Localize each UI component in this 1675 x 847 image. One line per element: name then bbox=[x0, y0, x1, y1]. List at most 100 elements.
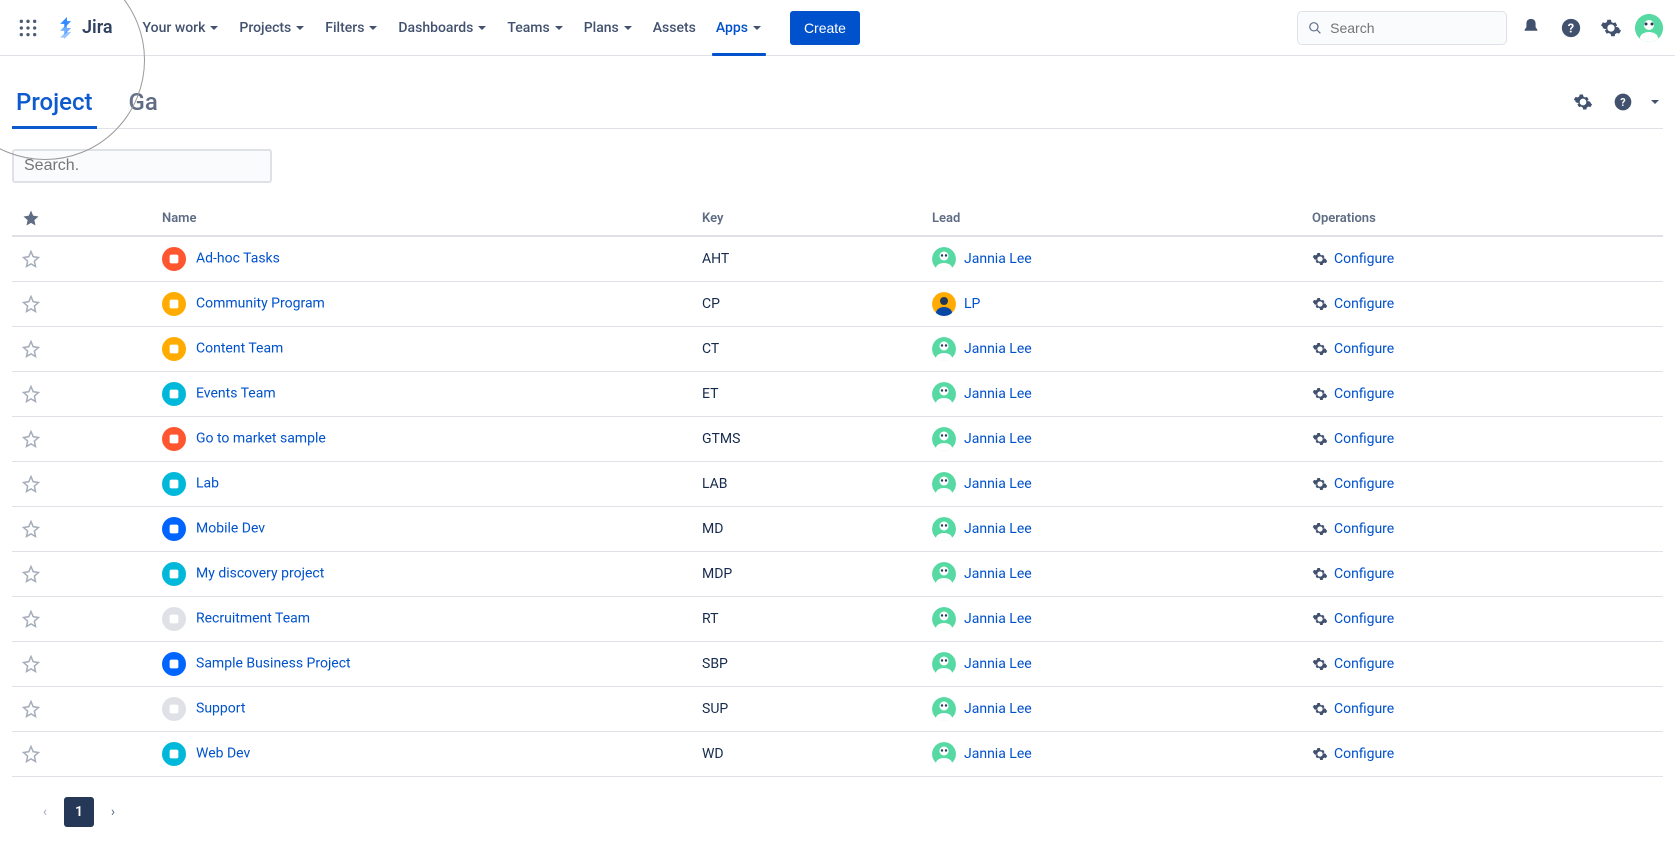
lead-link[interactable]: Jannia Lee bbox=[964, 746, 1032, 762]
project-link[interactable]: Sample Business Project bbox=[196, 656, 351, 672]
configure-link[interactable]: Configure bbox=[1334, 386, 1394, 402]
global-search-input[interactable] bbox=[1330, 20, 1496, 36]
lead-link[interactable]: Jannia Lee bbox=[964, 521, 1032, 537]
project-link[interactable]: Ad-hoc Tasks bbox=[196, 251, 280, 267]
filter-search-input[interactable] bbox=[12, 149, 272, 183]
gear-icon bbox=[1312, 386, 1328, 402]
lead-link[interactable]: Jannia Lee bbox=[964, 431, 1032, 447]
star-toggle[interactable] bbox=[22, 295, 142, 313]
project-link[interactable]: Recruitment Team bbox=[196, 611, 310, 627]
configure-link[interactable]: Configure bbox=[1334, 476, 1394, 492]
lead-link[interactable]: Jannia Lee bbox=[964, 701, 1032, 717]
jira-logo-icon bbox=[56, 17, 78, 39]
nav-item-apps[interactable]: Apps bbox=[706, 0, 772, 56]
nav-item-label: Apps bbox=[716, 20, 748, 36]
lead-link[interactable]: Jannia Lee bbox=[964, 476, 1032, 492]
pagination-prev[interactable]: ‹ bbox=[30, 797, 60, 827]
configure-link[interactable]: Configure bbox=[1334, 746, 1394, 762]
help-icon[interactable]: ? bbox=[1555, 12, 1587, 44]
configure-link[interactable]: Configure bbox=[1334, 521, 1394, 537]
configure-link[interactable]: Configure bbox=[1334, 251, 1394, 267]
jira-logo[interactable]: Jira bbox=[48, 17, 121, 39]
project-link[interactable]: My discovery project bbox=[196, 566, 324, 582]
gear-icon bbox=[1312, 521, 1328, 537]
create-button[interactable]: Create bbox=[790, 11, 860, 45]
lead-link[interactable]: Jannia Lee bbox=[964, 386, 1032, 402]
lead-link[interactable]: Jannia Lee bbox=[964, 341, 1032, 357]
configure-link[interactable]: Configure bbox=[1334, 701, 1394, 717]
lead-link[interactable]: Jannia Lee bbox=[964, 251, 1032, 267]
star-toggle[interactable] bbox=[22, 385, 142, 403]
star-toggle[interactable] bbox=[22, 520, 142, 538]
chevron-down-icon bbox=[368, 23, 378, 33]
nav-item-teams[interactable]: Teams bbox=[497, 0, 573, 56]
nav-item-label: Teams bbox=[507, 20, 549, 36]
gear-icon bbox=[1312, 341, 1328, 357]
star-toggle[interactable] bbox=[22, 340, 142, 358]
table-row: Sample Business ProjectSBPJannia LeeConf… bbox=[12, 642, 1663, 687]
lead-avatar bbox=[932, 742, 956, 766]
gear-icon bbox=[1312, 656, 1328, 672]
nav-item-dashboards[interactable]: Dashboards bbox=[388, 0, 497, 56]
configure-link[interactable]: Configure bbox=[1334, 611, 1394, 627]
nav-item-filters[interactable]: Filters bbox=[315, 0, 388, 56]
app-switcher-icon[interactable] bbox=[12, 12, 44, 44]
tab-project[interactable]: Project bbox=[12, 76, 97, 128]
col-key[interactable]: Key bbox=[692, 201, 922, 236]
configure-link[interactable]: Configure bbox=[1334, 656, 1394, 672]
col-name[interactable]: Name bbox=[152, 201, 692, 236]
nav-item-projects[interactable]: Projects bbox=[229, 0, 315, 56]
project-link[interactable]: Content Team bbox=[196, 341, 283, 357]
notifications-icon[interactable] bbox=[1515, 12, 1547, 44]
project-link[interactable]: Mobile Dev bbox=[196, 521, 265, 537]
lead-link[interactable]: LP bbox=[964, 296, 980, 312]
nav-item-assets[interactable]: Assets bbox=[643, 0, 706, 56]
profile-avatar[interactable] bbox=[1635, 14, 1663, 42]
nav-item-label: Dashboards bbox=[398, 20, 473, 36]
configure-link[interactable]: Configure bbox=[1334, 431, 1394, 447]
col-star[interactable] bbox=[12, 201, 152, 236]
lead-link[interactable]: Jannia Lee bbox=[964, 566, 1032, 582]
star-toggle[interactable] bbox=[22, 565, 142, 583]
lead-link[interactable]: Jannia Lee bbox=[964, 611, 1032, 627]
page-settings-icon[interactable] bbox=[1567, 86, 1599, 118]
nav-item-label: Projects bbox=[239, 20, 291, 36]
star-toggle[interactable] bbox=[22, 430, 142, 448]
tab-ga[interactable]: Ga bbox=[125, 76, 162, 128]
tabs-actions: ? bbox=[1567, 86, 1663, 118]
star-toggle[interactable] bbox=[22, 745, 142, 763]
star-toggle[interactable] bbox=[22, 610, 142, 628]
pagination-page-1[interactable]: 1 bbox=[64, 797, 94, 827]
lead-link[interactable]: Jannia Lee bbox=[964, 656, 1032, 672]
configure-link[interactable]: Configure bbox=[1334, 296, 1394, 312]
chevron-down-icon bbox=[623, 23, 633, 33]
nav-item-plans[interactable]: Plans bbox=[574, 0, 643, 56]
star-toggle[interactable] bbox=[22, 475, 142, 493]
search-icon bbox=[1308, 20, 1322, 36]
project-link[interactable]: Web Dev bbox=[196, 746, 250, 762]
project-link[interactable]: Support bbox=[196, 701, 245, 717]
star-toggle[interactable] bbox=[22, 250, 142, 268]
page-help-dropdown-icon[interactable] bbox=[1647, 86, 1663, 118]
project-link[interactable]: Events Team bbox=[196, 386, 276, 402]
lead-avatar bbox=[932, 562, 956, 586]
star-toggle[interactable] bbox=[22, 655, 142, 673]
pagination-next[interactable]: › bbox=[98, 797, 128, 827]
project-icon bbox=[162, 427, 186, 451]
chevron-down-icon bbox=[477, 23, 487, 33]
col-operations[interactable]: Operations bbox=[1302, 201, 1663, 236]
project-key: GTMS bbox=[692, 417, 922, 462]
lead-avatar bbox=[932, 652, 956, 676]
project-link[interactable]: Lab bbox=[196, 476, 219, 492]
settings-icon[interactable] bbox=[1595, 12, 1627, 44]
star-toggle[interactable] bbox=[22, 700, 142, 718]
lead-avatar bbox=[932, 382, 956, 406]
project-link[interactable]: Community Program bbox=[196, 296, 325, 312]
configure-link[interactable]: Configure bbox=[1334, 341, 1394, 357]
project-link[interactable]: Go to market sample bbox=[196, 431, 326, 447]
nav-item-your-work[interactable]: Your work bbox=[133, 0, 230, 56]
configure-link[interactable]: Configure bbox=[1334, 566, 1394, 582]
page-help-icon[interactable]: ? bbox=[1607, 86, 1639, 118]
col-lead[interactable]: Lead bbox=[922, 201, 1302, 236]
global-search[interactable] bbox=[1297, 11, 1507, 45]
